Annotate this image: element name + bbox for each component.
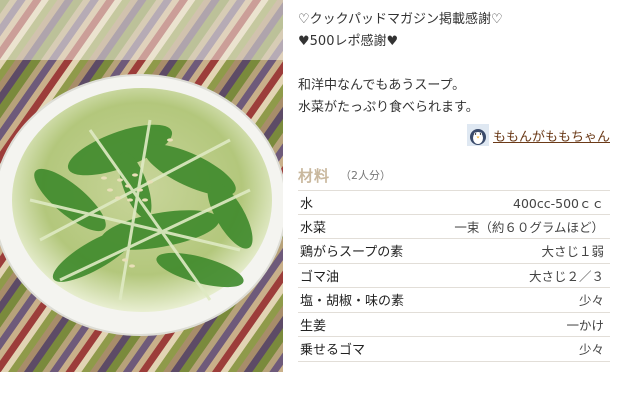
- ingredients-list: 水 400cc-500ｃｃ 水菜 一束（約６０グラムほど） 鶏がらスープの素 大…: [298, 190, 610, 362]
- description-line: 和洋中なんでもあうスープ。: [298, 78, 466, 93]
- ingredients-title: 材料: [298, 166, 331, 185]
- description-line: ♥500レポ感謝♥: [298, 34, 399, 49]
- ingredient-quantity: 400cc-500ｃｃ: [513, 195, 604, 211]
- ingredient-row: 塩・胡椒・味の素 少々: [298, 288, 610, 313]
- ingredients-header: 材料 （2人分）: [298, 162, 610, 188]
- soup-bowl-image: [0, 0, 283, 372]
- ingredient-name: 鶏がらスープの素: [300, 245, 404, 261]
- author-link[interactable]: ももんがももちゃん: [298, 123, 610, 147]
- ingredient-quantity: 少々: [578, 342, 604, 358]
- author-name[interactable]: ももんがももちゃん: [493, 126, 610, 145]
- ingredient-quantity: 一束（約６０グラムほど）: [454, 219, 604, 235]
- ingredient-name: ゴマ油: [300, 269, 340, 285]
- ingredient-quantity: 少々: [578, 293, 604, 309]
- ingredient-name: 生姜: [300, 318, 327, 334]
- ingredient-row: 生姜 一かけ: [298, 313, 610, 337]
- ingredient-quantity: 一かけ: [566, 317, 604, 333]
- ingredient-quantity: 大さじ１弱: [541, 244, 604, 260]
- description-line: 水菜がたっぷり食べられます。: [298, 100, 479, 115]
- ingredient-row: ゴマ油 大さじ２／３: [298, 264, 610, 288]
- penguin-avatar-icon: [466, 124, 489, 146]
- ingredient-name: 乗せるゴマ: [300, 343, 366, 359]
- ingredient-row: 乗せるゴマ 少々: [298, 337, 610, 362]
- ingredient-name: 塩・胡椒・味の素: [300, 294, 405, 310]
- ingredient-row: 鶏がらスープの素 大さじ１弱: [298, 239, 610, 264]
- ingredient-name: 水菜: [300, 220, 327, 236]
- ingredient-quantity: 大さじ２／３: [528, 268, 604, 284]
- description-line: ♡クックパッドマガジン掲載感謝♡: [298, 12, 503, 27]
- ingredient-row: 水 400cc-500ｃｃ: [298, 190, 610, 215]
- recipe-info: ♡クックパッドマガジン掲載感謝♡ ♥500レポ感謝♥ 和洋中なんでもあうスープ。…: [298, 0, 610, 362]
- recipe-photo: [0, 0, 283, 372]
- servings: （2人分）: [340, 169, 392, 182]
- recipe-description: ♡クックパッドマガジン掲載感謝♡ ♥500レポ感謝♥ 和洋中なんでもあうスープ。…: [298, 0, 610, 119]
- ingredient-name: 水: [300, 196, 314, 212]
- ingredient-row: 水菜 一束（約６０グラムほど）: [298, 215, 610, 239]
